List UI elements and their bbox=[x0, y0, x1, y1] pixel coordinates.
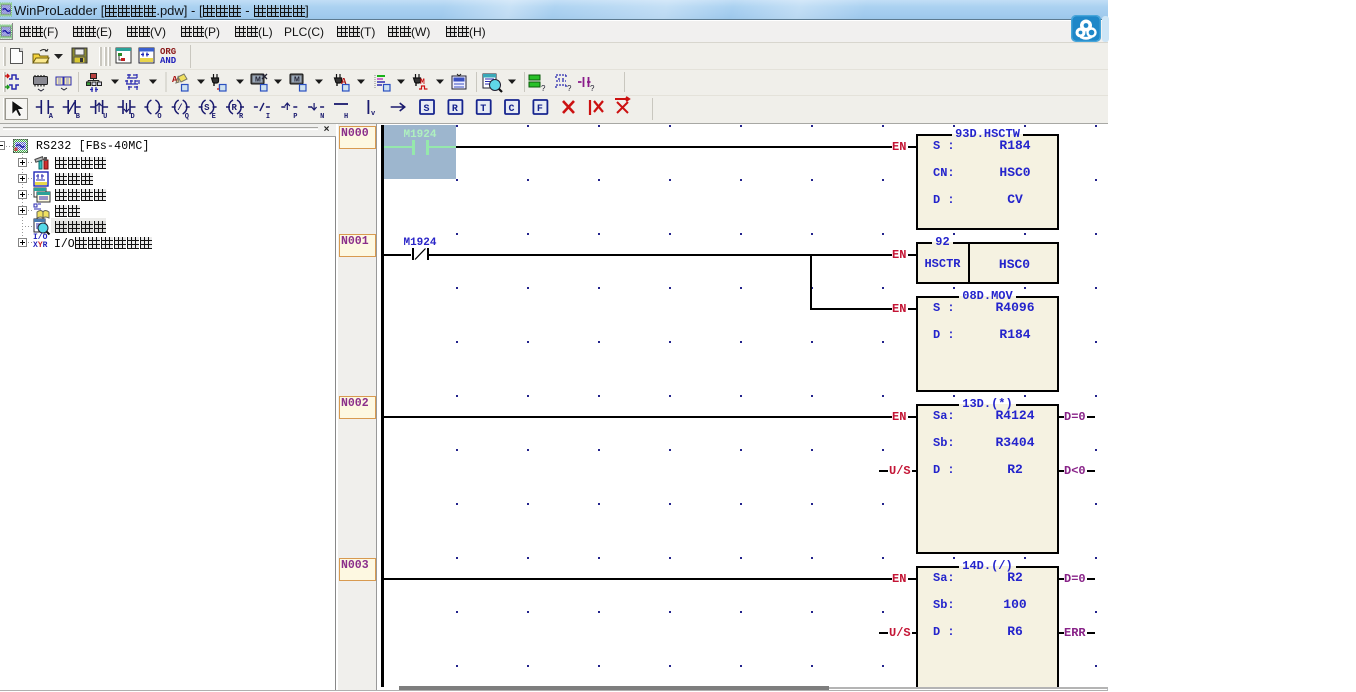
svg-text:R: R bbox=[239, 113, 244, 121]
svg-text:D: D bbox=[131, 113, 135, 121]
svg-text:S: S bbox=[204, 103, 210, 113]
svg-text:?: ? bbox=[567, 84, 572, 93]
svg-text:E: E bbox=[212, 113, 216, 121]
svg-text:S: S bbox=[424, 104, 430, 115]
svg-text:C: C bbox=[509, 104, 515, 115]
svg-text:B: B bbox=[76, 113, 81, 121]
svg-text:?: ? bbox=[541, 84, 546, 93]
svg-text:F: F bbox=[537, 104, 543, 115]
svg-text:P: P bbox=[293, 113, 297, 121]
svg-text:?: ? bbox=[590, 84, 595, 93]
svg-text:O: O bbox=[157, 113, 161, 121]
svg-text:M: M bbox=[294, 77, 300, 84]
svg-text:N: N bbox=[320, 113, 324, 121]
svg-text:U: U bbox=[103, 113, 107, 121]
svg-text:R: R bbox=[452, 104, 458, 115]
svg-text:H: H bbox=[344, 113, 348, 121]
svg-text:M: M bbox=[255, 77, 261, 84]
svg-text:R: R bbox=[232, 103, 238, 113]
svg-text:T: T bbox=[480, 104, 486, 115]
svg-text:/: / bbox=[177, 103, 182, 113]
svg-text:A: A bbox=[49, 113, 54, 121]
svg-text:v: v bbox=[371, 110, 376, 118]
svg-text:Q: Q bbox=[185, 113, 189, 121]
svg-text:I: I bbox=[266, 113, 270, 121]
